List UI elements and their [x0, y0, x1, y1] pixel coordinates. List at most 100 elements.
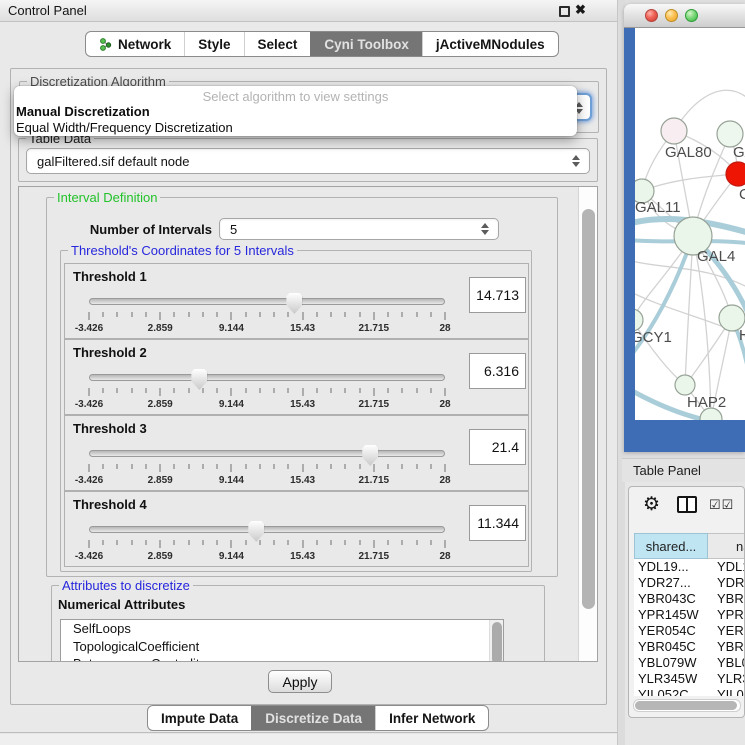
slider-thumb[interactable] [248, 521, 264, 542]
panel-scrollbar[interactable] [578, 187, 597, 661]
split-columns-icon[interactable] [677, 496, 697, 513]
zoom-traffic-light[interactable] [685, 9, 698, 22]
float-window-icon[interactable] [559, 6, 570, 17]
slider-track[interactable] [89, 374, 445, 381]
table-row[interactable]: YDL19...YDL19 [634, 559, 745, 575]
minimize-traffic-light[interactable] [665, 9, 678, 22]
table-row[interactable]: YPR145WYPR14 [634, 607, 745, 623]
table-scrollbar-thumb[interactable] [635, 701, 737, 710]
apply-button[interactable]: Apply [268, 670, 332, 693]
threshold-value-field[interactable]: 11.344 [469, 505, 526, 541]
table-row[interactable]: YBL079WYBL07 [634, 655, 745, 671]
cell-name[interactable]: YER05 [708, 623, 745, 639]
slider-thumb[interactable] [191, 369, 207, 390]
network-canvas[interactable]: GAL80GACGAL11GAL4GCY1HHAP2 [635, 28, 745, 420]
cell-name[interactable]: YPR14 [708, 607, 745, 623]
network-node-gal80[interactable] [661, 118, 687, 144]
table-row[interactable]: YBR043CYBR04 [634, 591, 745, 607]
slider-tick-label: 2.859 [148, 323, 173, 334]
cell-shared-name[interactable]: YBL079W [634, 655, 708, 671]
slider-thumb[interactable] [286, 293, 302, 314]
control-panel-titlebar: Control Panel [0, 0, 617, 22]
slider-tick-label: 9.144 [219, 551, 244, 562]
column-header-name[interactable]: na [708, 533, 745, 559]
cell-shared-name[interactable]: YBR045C [634, 639, 708, 655]
table-row[interactable]: YIL052CYIL05 [634, 687, 745, 696]
slider-tick-label: 2.859 [148, 475, 173, 486]
table-row[interactable]: YER054CYER05 [634, 623, 745, 639]
cell-shared-name[interactable]: YDL19... [634, 559, 708, 575]
cell-shared-name[interactable]: YER054C [634, 623, 708, 639]
cell-name[interactable]: YBL07 [708, 655, 745, 671]
node-label: GCY1 [635, 329, 672, 346]
network-node-hap2[interactable] [675, 375, 695, 395]
network-node-gcy1[interactable] [635, 309, 643, 331]
threshold-value-field[interactable]: 14.713 [469, 277, 526, 313]
slider-tick [274, 540, 275, 545]
threshold-value-field[interactable]: 6.316 [469, 353, 526, 389]
numerical-attributes-list[interactable]: SelfLoopsTopologicalCoefficientBetweenne… [60, 619, 504, 662]
attribute-item[interactable]: TopologicalCoefficient [61, 638, 503, 656]
slider-tick-label: -3.426 [75, 551, 103, 562]
tab-style[interactable]: Style [184, 32, 243, 56]
slider-tick [145, 540, 146, 545]
close-traffic-light[interactable] [645, 9, 658, 22]
tab-discretize-data[interactable]: Discretize Data [251, 706, 375, 730]
list-scrollbar[interactable] [489, 620, 503, 662]
slider-tick [245, 312, 246, 317]
table-row[interactable]: YDR27...YDR27 [634, 575, 745, 591]
tab-jactivemnodules[interactable]: jActiveMNodules [422, 32, 558, 56]
panel-scrollbar-thumb[interactable] [582, 209, 595, 609]
tab-infer-network[interactable]: Infer Network [375, 706, 488, 730]
slider-thumb[interactable] [362, 445, 378, 466]
table-row[interactable]: YLR345WYLR34 [634, 671, 745, 687]
slider-tick [416, 312, 417, 317]
slider-tick [131, 388, 132, 393]
cell-name[interactable]: YLR34 [708, 671, 745, 687]
list-scrollbar-thumb[interactable] [492, 622, 502, 662]
cell-shared-name[interactable]: YDR27... [634, 575, 708, 591]
cell-shared-name[interactable]: YIL052C [634, 687, 708, 696]
cell-name[interactable]: YDR27 [708, 575, 745, 591]
table-row[interactable]: YBR045CYBR04 [634, 639, 745, 655]
tab-impute-data[interactable]: Impute Data [148, 706, 251, 730]
attribute-item[interactable]: SelfLoops [61, 620, 503, 638]
slider-tick [103, 388, 104, 393]
attribute-item[interactable]: BetweennessCentrality [61, 655, 503, 662]
slider-track[interactable] [89, 298, 445, 305]
tab-network[interactable]: Network [86, 32, 184, 56]
slider-tick [259, 464, 260, 469]
cell-shared-name[interactable]: YLR345W [634, 671, 708, 687]
cell-name[interactable]: YDL19 [708, 559, 745, 575]
table-data-combobox[interactable]: galFiltered.sif default node [26, 148, 590, 174]
network-window-titlebar[interactable] [624, 4, 745, 28]
slider-tick [160, 464, 161, 472]
table-horizontal-scrollbar[interactable] [633, 699, 741, 712]
cell-shared-name[interactable]: YPR145W [634, 607, 708, 623]
cell-name[interactable]: YBR04 [708, 591, 745, 607]
slider-track[interactable] [89, 526, 445, 533]
tab-cyni-toolbox[interactable]: Cyni Toolbox [310, 32, 422, 56]
slider-tick [345, 464, 346, 469]
threshold-value-field[interactable]: 21.4 [469, 429, 526, 465]
slider-tick [217, 388, 218, 393]
gear-icon[interactable]: ⚙ [643, 495, 660, 514]
cell-name[interactable]: YIL05 [708, 687, 745, 696]
close-icon[interactable]: ✖ [575, 2, 586, 18]
dropdown-item-2[interactable]: Equal Width/Frequency Discretization [16, 120, 233, 136]
dropdown-item-1[interactable]: Manual Discretization [16, 104, 150, 120]
tab-select[interactable]: Select [244, 32, 311, 56]
slider-track[interactable] [89, 450, 445, 457]
table-data-combobox-value: galFiltered.sif default node [27, 154, 189, 169]
number-of-intervals-combobox[interactable]: 5 [219, 218, 499, 240]
network-node-c[interactable] [726, 162, 745, 186]
algorithm-dropdown-popup: Select algorithm to view settings Manual… [14, 86, 577, 136]
network-graph: GAL80GACGAL11GAL4GCY1HHAP2 [635, 28, 745, 420]
slider-tick [331, 388, 332, 393]
column-header-shared-name[interactable]: shared... [634, 533, 708, 559]
checkbox-icons[interactable]: ☑☑ [709, 497, 734, 513]
slider-tick [231, 388, 232, 396]
slider-tick [316, 464, 317, 469]
cell-shared-name[interactable]: YBR043C [634, 591, 708, 607]
cell-name[interactable]: YBR04 [708, 639, 745, 655]
